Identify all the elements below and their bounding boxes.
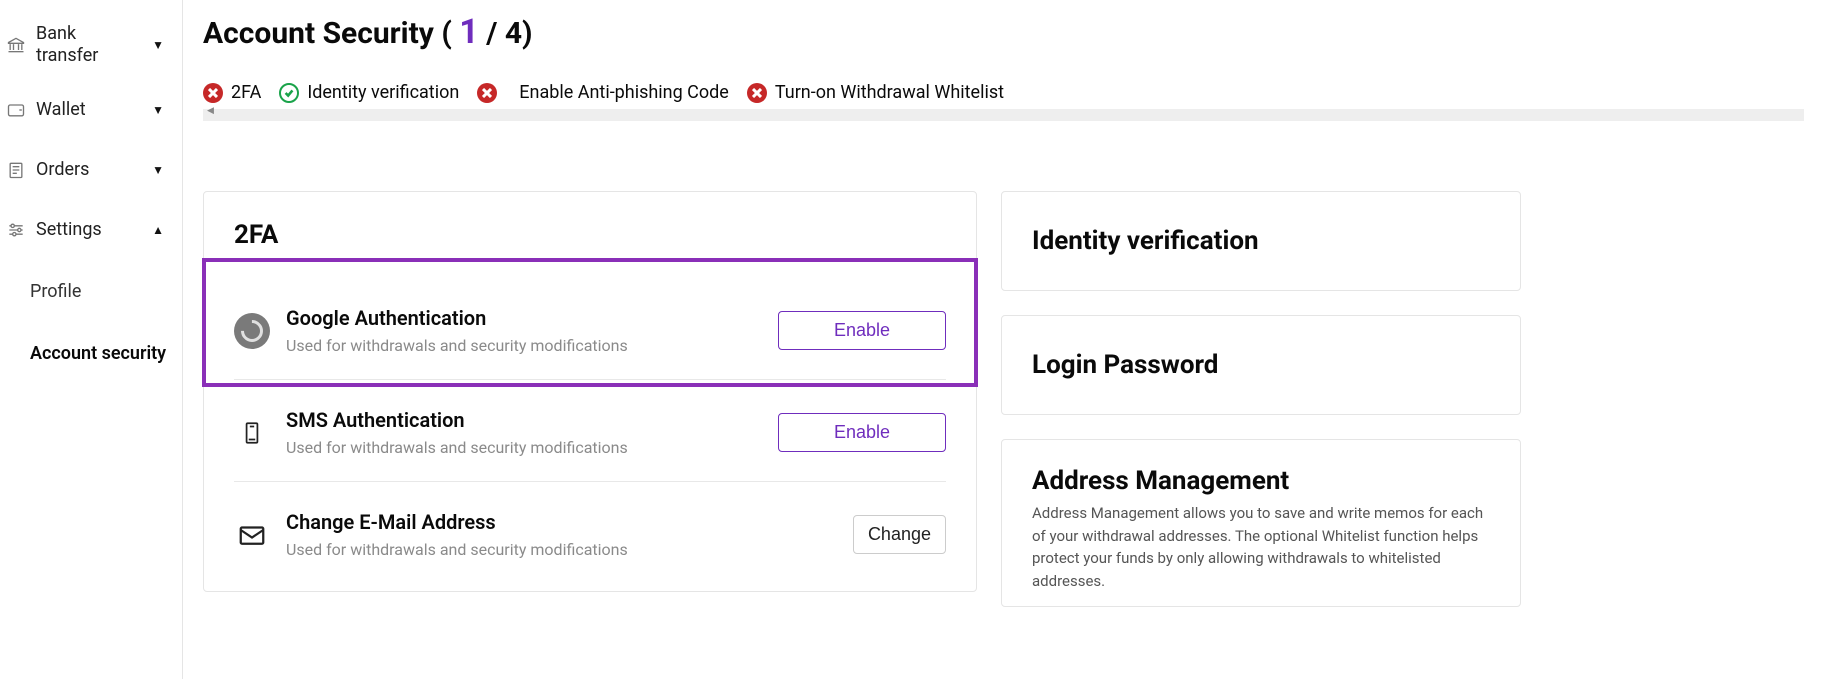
sidebar-sub-label: Account security: [30, 343, 166, 364]
bank-icon: [6, 35, 26, 55]
section-title-2fa: 2FA: [234, 220, 946, 250]
sidebar-item-orders[interactable]: Orders ▼: [0, 140, 182, 200]
card-identity-verification[interactable]: Identity verification: [1001, 191, 1521, 291]
row-google-auth: Google Authentication Used for withdrawa…: [234, 278, 946, 380]
chevron-down-icon: ▼: [152, 163, 174, 177]
page-title-count-current: 1: [459, 12, 479, 52]
orders-icon: [6, 160, 26, 180]
status-chip-identity: Identity verification: [279, 82, 459, 103]
row-sms-auth: SMS Authentication Used for withdrawals …: [234, 380, 946, 482]
column-left: 2FA Google Authentication Used for withd…: [203, 191, 977, 607]
columns: 2FA Google Authentication Used for withd…: [203, 191, 1804, 607]
address-management-description: Address Management allows you to save an…: [1032, 502, 1490, 592]
status-chip-antiphishing: Enable Anti-phishing Code: [477, 82, 729, 103]
chevron-up-icon: ▲: [152, 223, 174, 237]
status-x-icon: [747, 83, 767, 103]
chevron-down-icon: ▼: [152, 38, 174, 52]
row-text: Change E-Mail Address Used for withdrawa…: [286, 510, 837, 559]
status-row: 2FA Identity verification Enable Anti-ph…: [203, 82, 1804, 103]
status-check-icon: [279, 83, 299, 103]
status-row-wrap: 2FA Identity verification Enable Anti-ph…: [203, 82, 1804, 121]
row-title: SMS Authentication: [286, 408, 762, 432]
main-area: Account Security ( 1 / 4) 2FA Identity v…: [183, 0, 1828, 679]
sidebar-item-label: Orders: [36, 159, 142, 182]
status-label: Turn-on Withdrawal Whitelist: [775, 82, 1004, 103]
section-title-login-password: Login Password: [1032, 350, 1490, 380]
card-address-management: Address Management Address Management al…: [1001, 439, 1521, 607]
sidebar-item-settings[interactable]: Settings ▲: [0, 200, 182, 260]
row-title: Change E-Mail Address: [286, 510, 837, 534]
sidebar-item-wallet[interactable]: Wallet ▼: [0, 80, 182, 140]
status-chip-whitelist: Turn-on Withdrawal Whitelist: [747, 82, 1004, 103]
status-label: 2FA: [231, 82, 261, 103]
row-subtitle: Used for withdrawals and security modifi…: [286, 540, 837, 559]
page-title: Account Security ( 1 / 4): [203, 0, 1804, 60]
row-action: Enable: [778, 311, 946, 350]
row-text: Google Authentication Used for withdrawa…: [286, 306, 762, 355]
row-title: Google Authentication: [286, 306, 762, 330]
sidebar: Bank transfer ▼ Wallet ▼ Orders ▼ Settin…: [0, 0, 183, 679]
sidebar-item-label: Settings: [36, 219, 142, 242]
status-label: Identity verification: [307, 82, 459, 103]
page-title-suffix: / 4): [479, 16, 533, 51]
envelope-icon: [234, 517, 270, 553]
phone-icon: [234, 415, 270, 451]
horizontal-scrollbar[interactable]: [203, 109, 1804, 121]
google-auth-icon: [234, 313, 270, 349]
sidebar-sub-account-security[interactable]: Account security: [0, 322, 182, 384]
sidebar-item-bank-transfer[interactable]: Bank transfer ▼: [0, 10, 182, 80]
row-action: Change: [853, 515, 946, 554]
column-right: Identity verification Login Password Add…: [1001, 191, 1521, 607]
section-title-identity: Identity verification: [1032, 226, 1490, 256]
row-action: Enable: [778, 413, 946, 452]
enable-google-auth-button[interactable]: Enable: [778, 311, 946, 350]
sidebar-sub-label: Profile: [30, 281, 81, 302]
row-text: SMS Authentication Used for withdrawals …: [286, 408, 762, 457]
status-label: Enable Anti-phishing Code: [519, 82, 729, 103]
status-chip-2fa: 2FA: [203, 82, 261, 103]
row-change-email: Change E-Mail Address Used for withdrawa…: [234, 482, 946, 563]
status-x-icon: [203, 83, 223, 103]
status-x-icon: [477, 83, 497, 103]
row-subtitle: Used for withdrawals and security modifi…: [286, 438, 762, 457]
sidebar-item-label: Wallet: [36, 99, 142, 122]
section-title-address-management: Address Management: [1032, 466, 1490, 496]
card-login-password[interactable]: Login Password: [1001, 315, 1521, 415]
sidebar-sub-profile[interactable]: Profile: [0, 260, 182, 322]
sliders-icon: [6, 220, 26, 240]
chevron-down-icon: ▼: [152, 103, 174, 117]
page-title-prefix: Account Security (: [203, 16, 459, 51]
row-subtitle: Used for withdrawals and security modifi…: [286, 336, 762, 355]
sidebar-item-label: Bank transfer: [36, 23, 142, 68]
wallet-icon: [6, 100, 26, 120]
change-email-button[interactable]: Change: [853, 515, 946, 554]
card-2fa: 2FA Google Authentication Used for withd…: [203, 191, 977, 592]
enable-sms-auth-button[interactable]: Enable: [778, 413, 946, 452]
